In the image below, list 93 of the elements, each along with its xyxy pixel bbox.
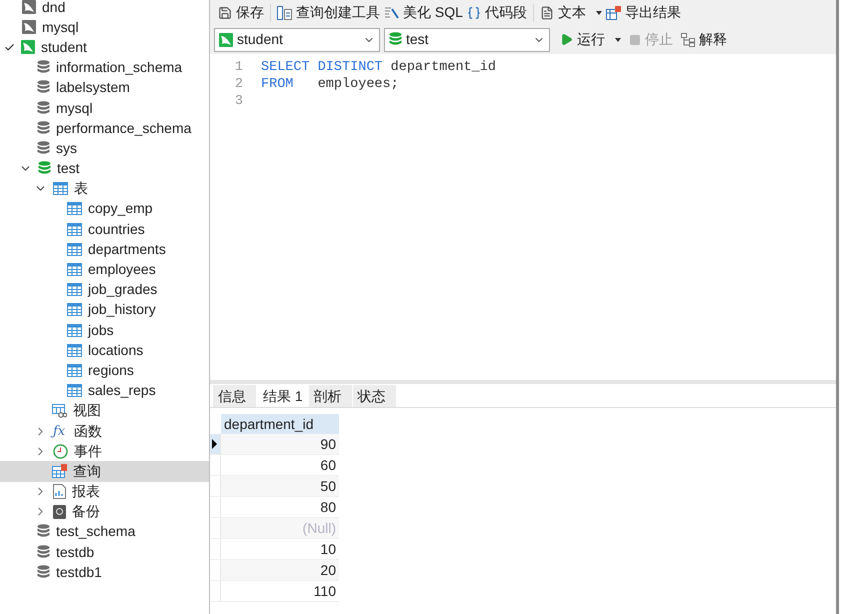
toolbar-button[interactable]: 导出结果 [604, 2, 683, 23]
tree-item[interactable]: mysql [0, 17, 209, 38]
tree-item[interactable]: regions [0, 360, 209, 381]
tree-item[interactable]: dnd [0, 0, 209, 18]
tree-item[interactable]: sales_reps [0, 380, 209, 401]
tree-item[interactable]: labelsystem [0, 78, 209, 98]
toolbar-button[interactable]: 运行 [560, 29, 621, 50]
stop-icon [629, 34, 641, 46]
line-number: 2 [234, 76, 244, 92]
result-tab[interactable]: 状态 [352, 385, 397, 407]
database-icon [389, 32, 402, 47]
toolbar-button[interactable]: 解释 [681, 29, 727, 50]
tree-item[interactable]: copy_emp [0, 198, 209, 220]
clock-icon [53, 444, 68, 459]
query-icon [52, 464, 67, 478]
explain-icon [681, 32, 695, 46]
connection-icon [22, 20, 36, 34]
braces-icon [466, 6, 481, 20]
connection-icon [21, 40, 35, 54]
tree-item[interactable]: ƒx 函数 [0, 420, 209, 442]
tree-item[interactable]: locations [0, 340, 209, 360]
tree-item[interactable]: 报表 [0, 482, 209, 502]
table-cell: 50 [221, 476, 339, 496]
database-icon [37, 524, 50, 540]
result-tab[interactable]: 信息 [213, 385, 257, 407]
database-icon [38, 161, 51, 176]
database-icon [37, 544, 50, 560]
database-icon [37, 140, 50, 156]
export-icon [606, 6, 621, 20]
table-icon [67, 303, 82, 316]
table-cell: (Null) [221, 518, 339, 538]
tree-item[interactable]: job_history [0, 300, 209, 320]
line-number: 3 [234, 93, 244, 109]
table-icon [67, 344, 82, 357]
tree-item[interactable]: jobs [0, 320, 209, 340]
table-icon [53, 182, 68, 196]
tree-item[interactable]: countries [0, 219, 209, 240]
table-icon [67, 384, 82, 398]
tree-item[interactable]: test [0, 158, 209, 179]
database-icon [37, 60, 50, 76]
function-icon: ƒx [53, 424, 68, 438]
result-tab[interactable]: 剖析 [308, 385, 353, 407]
table-icon [67, 283, 82, 296]
toolbar-button[interactable]: 代码段 [464, 2, 529, 23]
table-icon [67, 242, 82, 256]
tree-item[interactable]: 表 [0, 178, 209, 199]
tree-item[interactable]: job_grades [0, 280, 209, 300]
database-icon [37, 120, 50, 136]
database-icon [37, 80, 50, 96]
tree-item[interactable]: student [0, 37, 209, 58]
table-icon [67, 364, 82, 377]
toolbar-button[interactable]: 美化 SQL [382, 2, 465, 23]
tree-item[interactable]: departments [0, 239, 209, 260]
database-icon [37, 564, 50, 580]
code-line: FROM employees; [261, 76, 399, 92]
tree-item[interactable]: sys [0, 138, 209, 158]
line-number: 1 [234, 59, 244, 75]
table-icon [67, 324, 82, 337]
connection-icon [219, 32, 233, 46]
row-indicator[interactable] [210, 434, 221, 454]
document-icon [540, 6, 554, 20]
table-cell: 20 [221, 560, 339, 580]
tree-item[interactable]: test_schema [0, 522, 209, 542]
beautify-icon [384, 6, 399, 20]
report-icon [53, 484, 66, 500]
tree-item[interactable]: information_schema [0, 58, 209, 78]
connection-select[interactable]: student [214, 28, 380, 52]
table-icon [67, 202, 82, 216]
builder-icon [277, 6, 292, 20]
code-line: SELECT DISTINCT department_id [261, 59, 496, 75]
tree-item[interactable]: mysql [0, 98, 209, 118]
tree-item[interactable]: 备份 [0, 502, 209, 522]
play-icon [560, 33, 573, 46]
table-icon [67, 222, 82, 236]
tree-item[interactable]: 查询 [0, 461, 209, 482]
tree-item[interactable]: 事件 [0, 441, 209, 462]
toolbar-button[interactable]: 查询创建工具 [275, 2, 382, 23]
expanded-check-icon[interactable] [4, 42, 15, 53]
database-icon [37, 100, 50, 116]
tree-item[interactable]: testdb [0, 542, 209, 562]
tree-item[interactable]: performance_schema [0, 118, 209, 138]
toolbar-button[interactable]: 文本 [538, 2, 604, 23]
table-icon [67, 263, 82, 276]
backup-icon [53, 504, 66, 519]
tree-item[interactable]: testdb1 [0, 562, 209, 582]
table-cell: 90 [221, 434, 339, 454]
toolbar-button[interactable]: 保存 [216, 2, 266, 23]
database-select[interactable]: test [384, 28, 550, 52]
save-icon [218, 6, 232, 20]
column-header[interactable]: department_id [221, 414, 339, 434]
view-icon [52, 404, 67, 418]
tree-item[interactable]: 视图 [0, 400, 209, 421]
tree-item[interactable]: employees [0, 259, 209, 280]
